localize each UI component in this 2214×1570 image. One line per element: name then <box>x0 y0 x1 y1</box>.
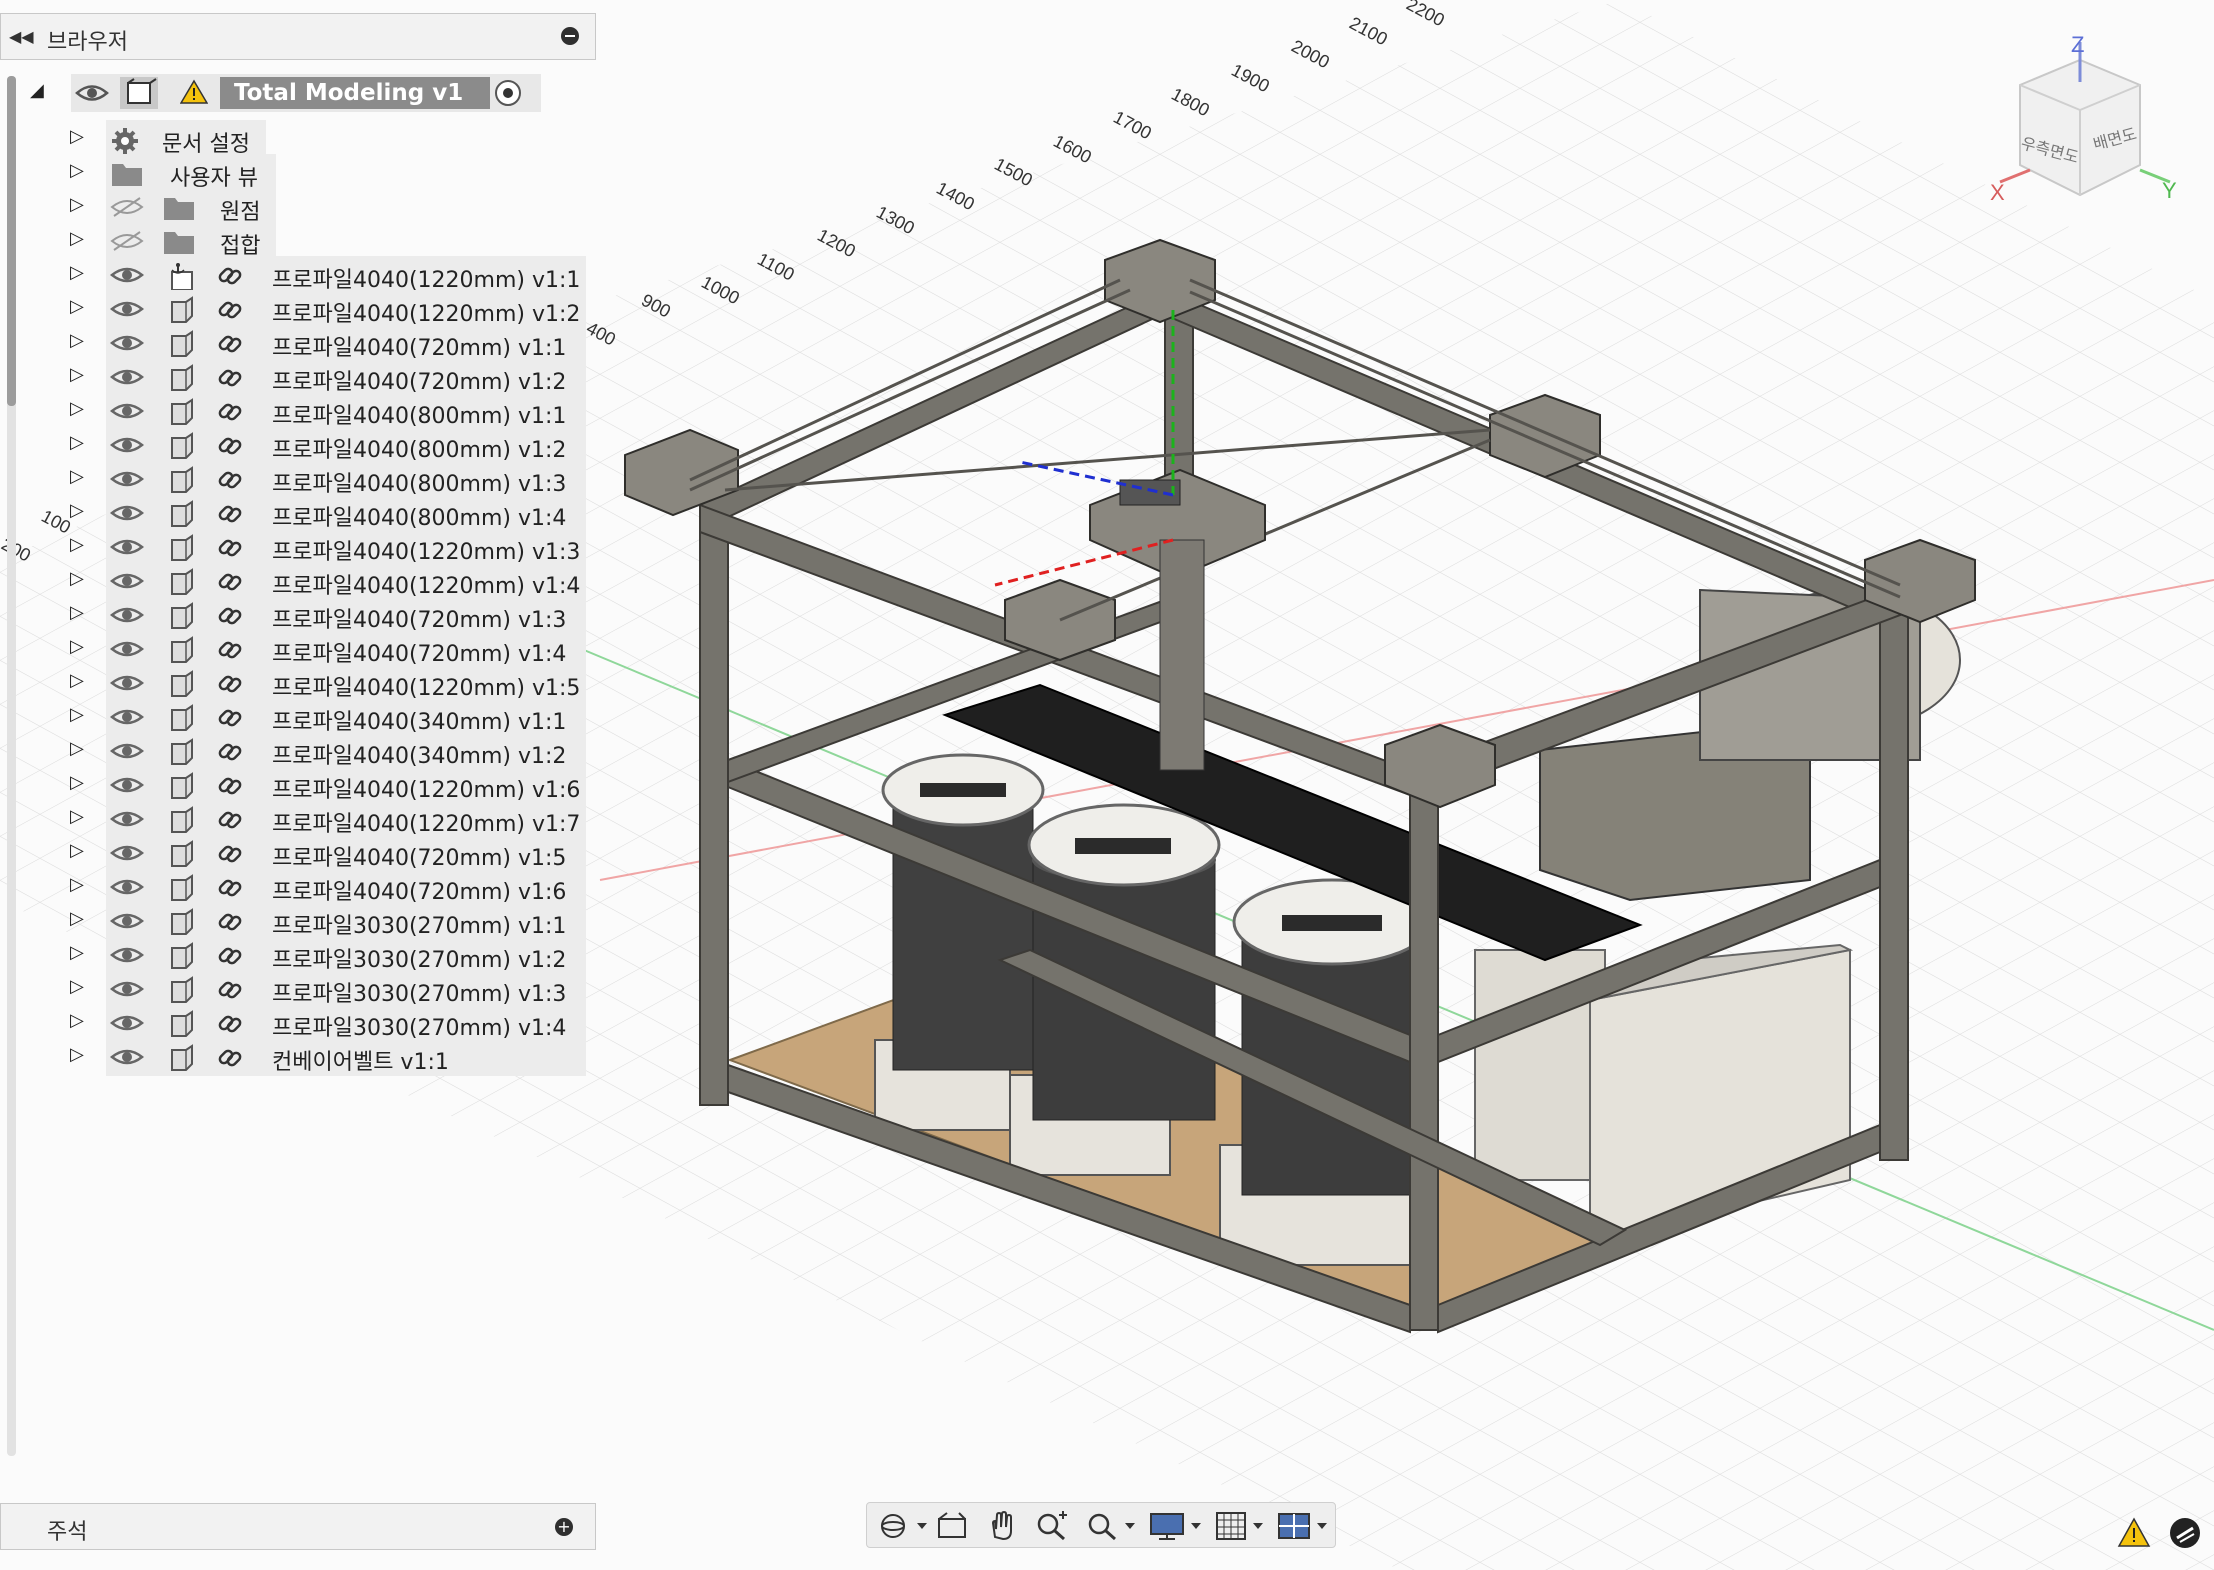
visibility-eye-icon[interactable] <box>109 670 145 700</box>
expand-arrow-icon[interactable]: ▷ <box>70 262 84 283</box>
activate-radio-button[interactable] <box>495 80 521 106</box>
add-annotation-button[interactable]: + <box>555 1518 573 1536</box>
expand-arrow-icon[interactable]: ▷ <box>70 296 84 317</box>
visibility-eye-icon[interactable] <box>109 1010 145 1040</box>
grid-settings-icon[interactable] <box>1215 1511 1267 1541</box>
look-at-icon[interactable] <box>935 1511 969 1541</box>
visibility-eye-icon[interactable] <box>75 78 109 108</box>
visibility-eye-icon[interactable] <box>109 840 145 870</box>
visibility-eye-icon[interactable] <box>109 568 145 598</box>
expand-arrow-icon[interactable]: ▷ <box>70 228 84 249</box>
expand-arrow-icon[interactable]: ▷ <box>70 568 84 589</box>
expand-arrow-icon[interactable]: ▷ <box>70 1010 84 1031</box>
warning-icon[interactable] <box>180 79 208 105</box>
grid-label: 1800 <box>1168 84 1213 120</box>
expand-arrow-icon[interactable]: ▷ <box>70 500 84 521</box>
expand-arrow-icon[interactable]: ▷ <box>70 432 84 453</box>
minimize-panel-button[interactable] <box>561 27 579 45</box>
zoom-icon[interactable] <box>1035 1511 1069 1541</box>
visibility-eye-icon[interactable] <box>109 330 145 360</box>
expand-arrow-icon[interactable]: ▷ <box>70 704 84 725</box>
visibility-eye-icon[interactable] <box>109 364 145 394</box>
visibility-eye-icon[interactable] <box>109 1044 145 1074</box>
expand-collapse-icon[interactable]: ◢ <box>30 80 44 101</box>
visibility-eye-icon[interactable] <box>109 874 145 904</box>
visibility-eye-icon[interactable] <box>109 976 145 1006</box>
visibility-eye-icon[interactable] <box>109 398 145 428</box>
fit-icon[interactable] <box>1085 1511 1137 1541</box>
browser-title: 브라우저 <box>47 30 128 55</box>
browser-scrollbar[interactable] <box>7 76 16 1456</box>
expand-arrow-icon[interactable]: ▷ <box>70 194 84 215</box>
expand-arrow-icon[interactable]: ▷ <box>70 330 84 351</box>
browser-panel-header: ◀◀ 브라우저 <box>0 13 596 60</box>
viewcube-axis-z: Z <box>2071 32 2084 57</box>
grid-label: 2000 <box>1288 36 1333 72</box>
component-icon <box>120 77 158 109</box>
expand-arrow-icon[interactable]: ▷ <box>70 670 84 691</box>
visibility-eye-icon[interactable] <box>109 806 145 836</box>
annotations-panel-header[interactable]: 주석 + <box>0 1503 596 1550</box>
visibility-eye-icon[interactable] <box>109 534 145 564</box>
grid-label: 1700 <box>1110 107 1155 143</box>
expand-arrow-icon[interactable]: ▷ <box>70 534 84 555</box>
annotations-title: 주석 <box>47 1520 88 1545</box>
visibility-eye-icon[interactable] <box>109 772 145 802</box>
hidden-eye-icon[interactable] <box>110 194 144 224</box>
expand-arrow-icon[interactable]: ▷ <box>70 942 84 963</box>
expand-arrow-icon[interactable]: ▷ <box>70 738 84 759</box>
hidden-eye-icon[interactable] <box>110 228 144 258</box>
visibility-eye-icon[interactable] <box>109 432 145 462</box>
visibility-eye-icon[interactable] <box>109 602 145 632</box>
expand-arrow-icon[interactable]: ▷ <box>70 466 84 487</box>
visibility-eye-icon[interactable] <box>109 738 145 768</box>
expand-arrow-icon[interactable]: ▷ <box>70 806 84 827</box>
grid-label: 1900 <box>1228 60 1273 96</box>
expand-arrow-icon[interactable]: ▷ <box>70 772 84 793</box>
navigation-toolbar <box>866 1502 1336 1548</box>
visibility-eye-icon[interactable] <box>109 262 145 292</box>
root-component-name[interactable]: Total Modeling v1 <box>220 77 490 109</box>
grid-label: 2200 <box>1403 0 1448 30</box>
visibility-eye-icon[interactable] <box>109 466 145 496</box>
viewcube-axis-y: Y <box>2162 178 2177 203</box>
visibility-eye-icon[interactable] <box>109 636 145 666</box>
viewports-icon[interactable] <box>1277 1511 1333 1541</box>
orbit-icon[interactable] <box>879 1511 929 1541</box>
feedback-icon[interactable] <box>2168 1516 2202 1550</box>
component-body-icon <box>166 1044 194 1076</box>
viewcube-axis-x: X <box>1990 180 2005 205</box>
visibility-eye-icon[interactable] <box>109 296 145 326</box>
expand-arrow-icon[interactable]: ▷ <box>70 398 84 419</box>
display-settings-icon[interactable] <box>1149 1511 1205 1541</box>
status-area <box>2117 1516 2202 1550</box>
warning-icon[interactable] <box>2117 1517 2151 1549</box>
visibility-eye-icon[interactable] <box>109 704 145 734</box>
expand-arrow-icon[interactable]: ▷ <box>70 602 84 623</box>
pan-icon[interactable] <box>985 1511 1019 1541</box>
expand-arrow-icon[interactable]: ▷ <box>70 160 84 181</box>
visibility-eye-icon[interactable] <box>109 500 145 530</box>
visibility-eye-icon[interactable] <box>109 908 145 938</box>
expand-arrow-icon[interactable]: ▷ <box>70 840 84 861</box>
scrollbar-thumb[interactable] <box>7 76 16 406</box>
viewcube[interactable]: 우측면도 배면도 Z X Y <box>1990 30 2180 220</box>
expand-arrow-icon[interactable]: ▷ <box>70 874 84 895</box>
link-icon <box>216 1044 244 1076</box>
expand-arrow-icon[interactable]: ▷ <box>70 636 84 657</box>
expand-arrow-icon[interactable]: ▷ <box>70 908 84 929</box>
expand-arrow-icon[interactable]: ▷ <box>70 364 84 385</box>
visibility-eye-icon[interactable] <box>109 942 145 972</box>
expand-arrow-icon[interactable]: ▷ <box>70 976 84 997</box>
collapse-panel-icon[interactable]: ◀◀ <box>9 27 34 46</box>
expand-arrow-icon[interactable]: ▷ <box>70 1044 84 1065</box>
expand-arrow-icon[interactable]: ▷ <box>70 126 84 147</box>
grid-label: 2100 <box>1346 13 1391 49</box>
tree-item-label: 컨베이어벨트 v1:1 <box>272 1050 449 1075</box>
